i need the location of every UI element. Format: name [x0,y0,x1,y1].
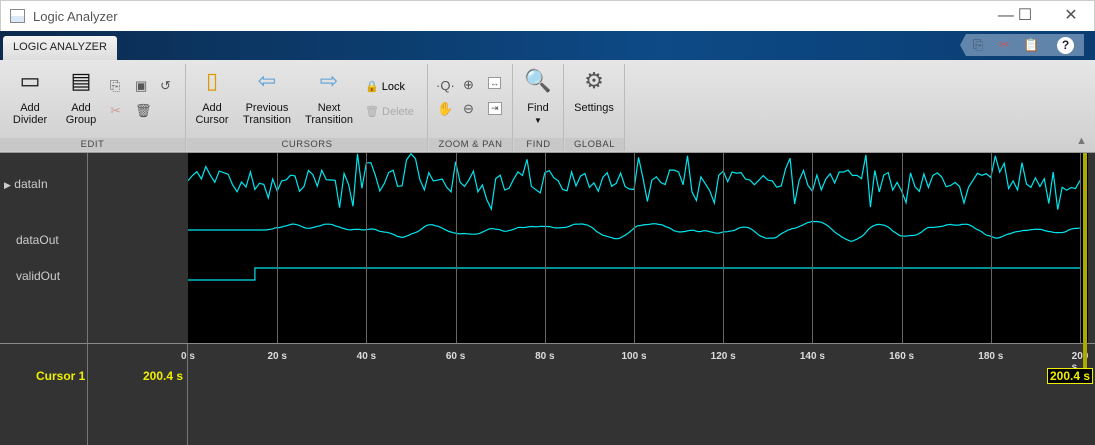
zoom-in-icon[interactable]: ⊕ [463,77,474,93]
settings-button[interactable]: ⚙ Settings [568,68,620,114]
waveform-svg [187,152,1081,281]
label: Settings [574,102,614,114]
gridline [723,153,725,343]
gridline [277,153,279,343]
gridline [990,153,992,343]
delete-icon[interactable]: 🗑 [135,103,152,119]
label: dataIn [14,177,48,191]
dropdown-arrow-icon: ▼ [534,116,542,125]
zoom-out-icon[interactable]: ⊖ [463,101,474,117]
ribbon-band [0,31,1095,60]
gridline [366,153,368,343]
section-label-global: GLOBAL [565,138,624,151]
label: Lock [381,81,406,93]
trash-icon: 🗑 [365,106,379,118]
find-button[interactable]: 🔍 Find ▼ [518,68,558,127]
undo-icon[interactable]: ↺ [160,78,171,94]
section-label-edit: EDIT [0,138,185,151]
cut-icon[interactable]: ✂ [999,37,1010,53]
waveform-plot[interactable] [187,152,1088,343]
section-label-cursors: CURSORS [187,138,427,151]
cursor-label: Cursor 1 [36,369,86,383]
tick-label: 140 s [799,351,825,362]
section-label-zoom: ZOOM & PAN [429,138,512,151]
paste-icon[interactable]: ▣ [135,78,147,94]
fit-icon[interactable]: ↔ [488,77,501,89]
magnifier-icon: 🔍 [524,68,552,93]
tick-label: 180 s [978,351,1004,362]
copy-icon[interactable]: ⎘ [973,37,983,53]
arrow-left-icon: ⇦ [257,68,277,93]
expand-icon[interactable]: ▶ [4,180,11,190]
gridline [634,153,635,343]
zoom-x-icon[interactable]: ·Q· [436,78,455,93]
gear-icon: ⚙ [584,68,604,93]
label: Group [65,114,97,126]
add-group-button[interactable]: ▤ Add Group [58,68,104,126]
signal-validout[interactable]: validOut [16,269,60,283]
cursor-time-box[interactable]: 200.4 s [1047,368,1093,384]
cursor-value: 200.4 s [143,369,184,383]
label: Add [20,102,40,114]
title-bar: Logic Analyzer — ☐ ✕ [0,0,1095,31]
gridline [812,153,814,343]
label: Next [317,102,341,114]
add-divider-button[interactable]: ▭ Add Divider [6,68,54,126]
add-divider-icon: ▭ [19,68,41,93]
axis-divider [0,343,1095,344]
label: Find [527,102,549,114]
previous-transition-button[interactable]: ⇦ Previous Transition [238,68,296,126]
label: Transition [243,114,291,126]
label: Divider [12,114,48,126]
tick-label: 160 s [889,351,915,362]
arrow-right-icon: ⇨ [319,68,339,93]
gridline [544,153,546,343]
cut-icon[interactable]: ✂ [110,103,121,119]
pan-icon[interactable]: ✋ [437,101,453,117]
label: Previous [245,102,289,114]
tick-label: 120 s [710,351,736,362]
paste-icon[interactable]: 📋 [1023,37,1039,53]
tick-label: 0 s [181,351,195,362]
add-cursor-icon: ▯ [205,68,219,93]
add-group-icon: ▤ [70,68,92,93]
label: Delete [382,106,414,118]
tick-label: 100 s [621,351,647,362]
tick-label: 40 s [356,351,377,362]
add-cursor-button[interactable]: ▯ Add Cursor [190,68,234,126]
gridline [455,153,457,343]
signal-datain[interactable]: ▶ dataIn [4,177,48,191]
copy-icon[interactable]: ⎘ [110,78,120,94]
gridline [1080,153,1081,343]
close-button[interactable]: ✕ [1051,5,1091,27]
label: Add [202,102,222,114]
app-icon [10,9,25,23]
delete-cursor-button[interactable]: 🗑 Delete [365,105,414,118]
label: Cursor [195,114,229,126]
cursor-line[interactable] [1083,153,1087,370]
next-transition-button[interactable]: ⇨ Next Transition [300,68,358,126]
column-divider [87,153,88,445]
collapse-toolstrip-icon[interactable]: ▲ [1076,135,1087,147]
signal-dataout[interactable]: dataOut [16,233,59,247]
tick-label: 80 s [535,351,555,362]
section-label-find: FIND [514,138,563,151]
help-button[interactable]: ? [1057,37,1074,54]
scroll-end-icon[interactable]: ⇥ [488,102,502,115]
maximize-button[interactable]: ☐ [1005,5,1045,27]
label: Transition [305,114,353,126]
window-title: Logic Analyzer [33,9,118,24]
label: Add [71,102,91,114]
lock-icon: 🔒 [365,81,379,93]
tab-logic-analyzer[interactable]: LOGIC ANALYZER [3,36,117,61]
gridline [901,153,903,343]
lock-button[interactable]: 🔒 Lock [365,80,405,93]
tick-label: 20 s [267,351,287,362]
tick-label: 60 s [445,351,466,362]
